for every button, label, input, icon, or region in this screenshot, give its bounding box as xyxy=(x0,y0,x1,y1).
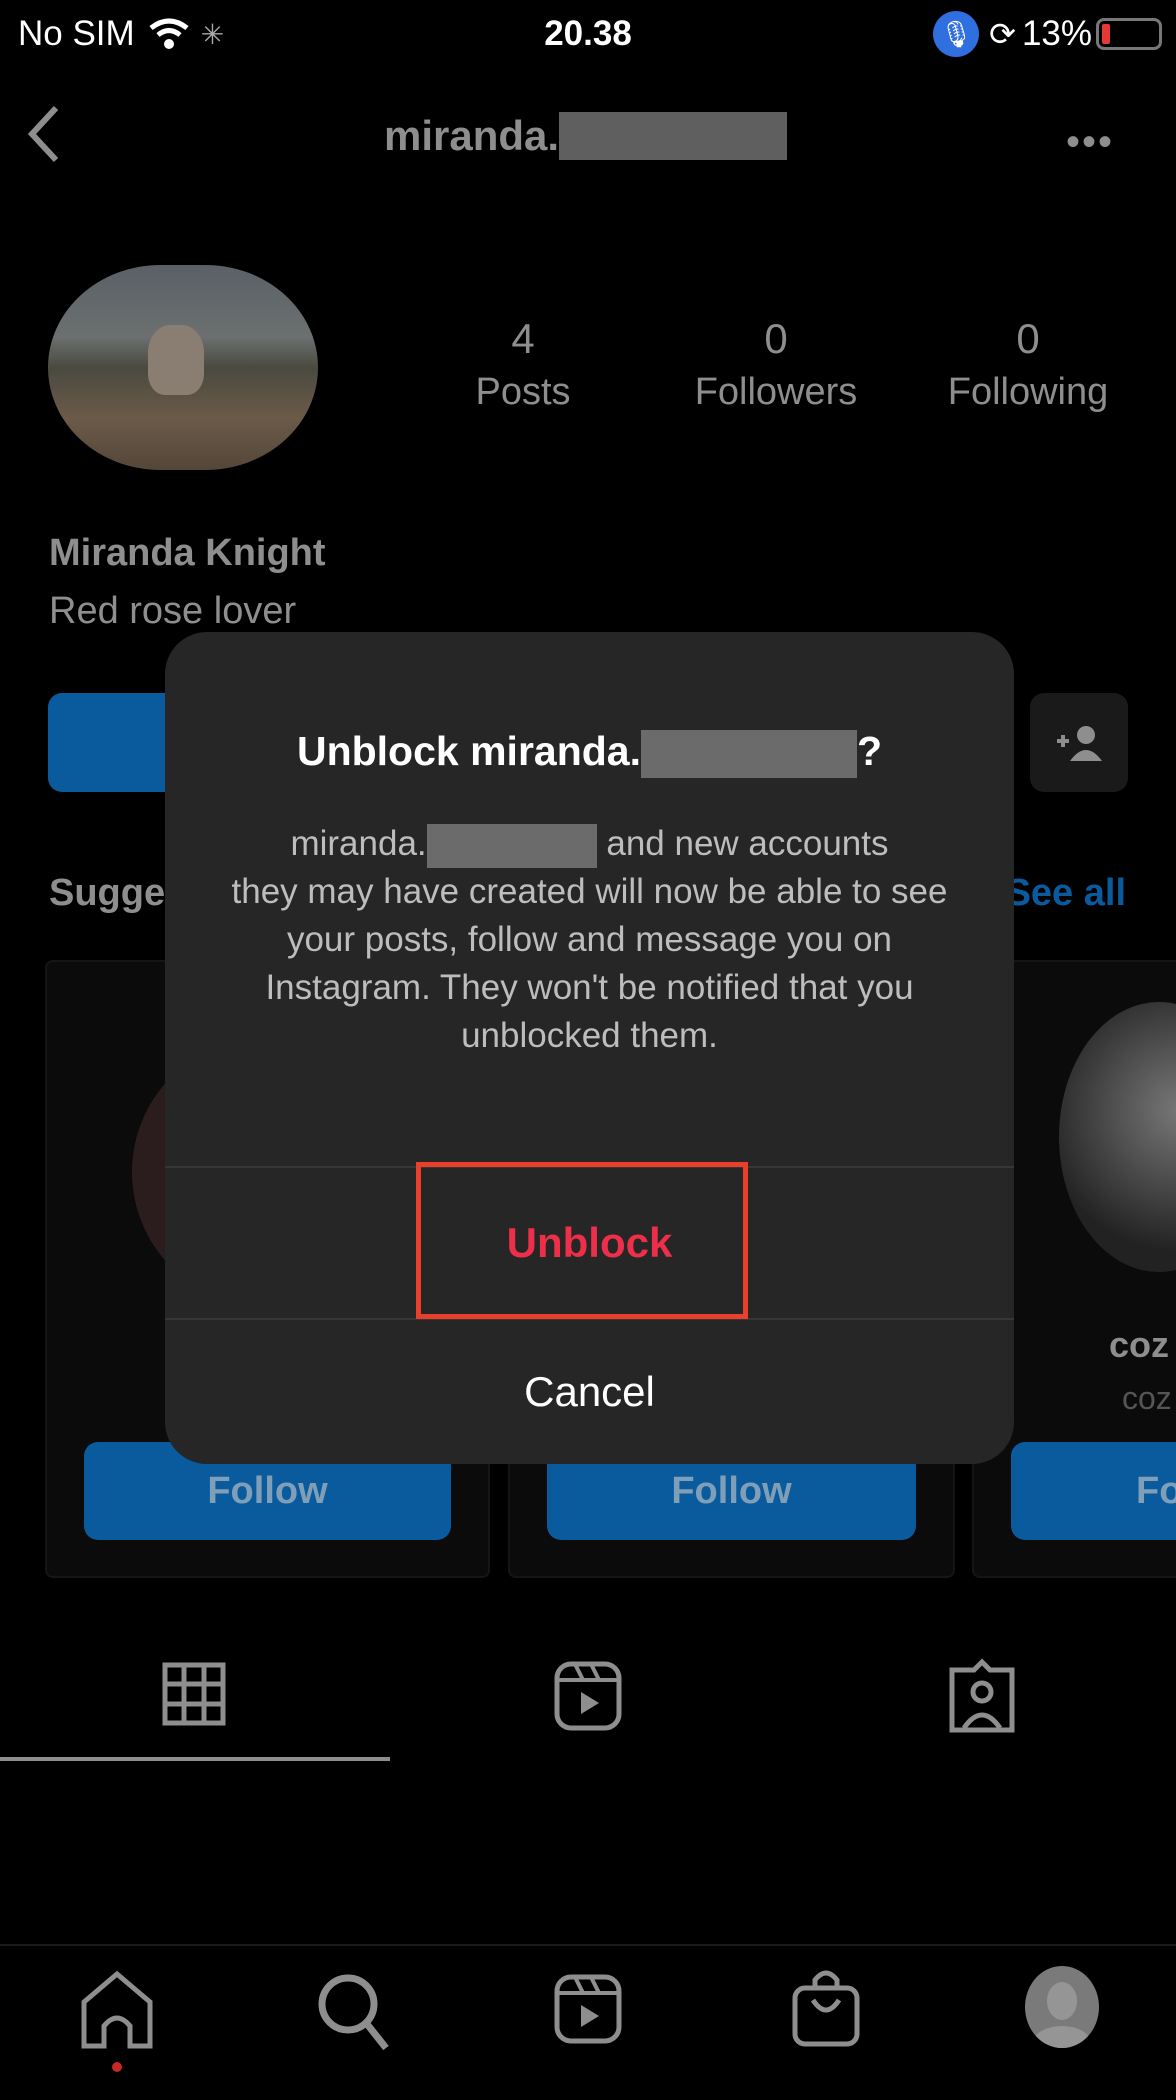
stat-followers[interactable]: 0 Followers xyxy=(656,315,896,414)
reels-icon xyxy=(554,1974,622,2044)
nav-reels[interactable] xyxy=(553,1972,623,2046)
notification-dot xyxy=(112,2062,122,2072)
back-button[interactable] xyxy=(26,104,62,164)
profile-bio: Red rose lover xyxy=(49,590,297,632)
redacted-block xyxy=(559,112,788,160)
profile-username: miranda. xyxy=(384,108,788,164)
followers-count: 0 xyxy=(764,315,788,362)
avatar-head xyxy=(1047,1982,1077,2020)
profile-avatar[interactable] xyxy=(48,265,318,470)
tab-tagged[interactable] xyxy=(946,1658,1018,1734)
cat-photo xyxy=(148,325,204,395)
followers-label: Followers xyxy=(694,371,858,413)
status-right: 🎙 ⟳ 13% xyxy=(933,8,1162,60)
posts-label: Posts xyxy=(475,371,571,413)
unblock-dialog: Unblock miranda.? miranda. and new accou… xyxy=(165,632,1014,1464)
suggestion-subtitle: coz xyxy=(1122,1380,1172,1416)
add-person-icon xyxy=(1057,725,1102,761)
posts-count: 4 xyxy=(511,315,535,362)
more-options-button[interactable]: ••• xyxy=(1066,120,1114,165)
active-tab-indicator xyxy=(0,1757,390,1761)
see-all-link[interactable]: See all xyxy=(1006,872,1126,915)
nav-profile-avatar[interactable] xyxy=(1025,1966,1099,2048)
tagged-icon xyxy=(949,1658,1015,1733)
home-icon xyxy=(81,1970,153,2049)
nav-home[interactable] xyxy=(80,1970,154,2072)
shop-icon xyxy=(792,1970,860,2047)
redacted-block xyxy=(640,730,857,779)
suggestion-name: coz xyxy=(1109,1324,1170,1365)
message-username: miranda. xyxy=(290,824,427,863)
dialog-message-rest: they may have created will now be able t… xyxy=(231,872,948,1055)
battery-icon xyxy=(1096,18,1162,50)
username-text: miranda. xyxy=(384,112,560,159)
following-count: 0 xyxy=(1016,315,1040,362)
dialog-message: miranda. and new accounts they may have … xyxy=(195,820,984,1060)
nav-search[interactable] xyxy=(316,1972,390,2052)
ellipsis-icon: ••• xyxy=(1066,120,1115,164)
dialog-title-suffix: ? xyxy=(856,728,883,774)
redacted-block xyxy=(426,823,597,868)
microphone-icon: 🎙 xyxy=(933,11,980,57)
search-icon xyxy=(318,1974,389,2051)
cancel-button[interactable]: Cancel xyxy=(165,1320,1014,1464)
stat-posts[interactable]: 4 Posts xyxy=(403,315,643,414)
suggestion-avatar xyxy=(1059,1002,1176,1272)
highlight-box xyxy=(416,1162,748,1319)
suggested-title: Sugge xyxy=(49,872,166,914)
follow-button[interactable]: Fo xyxy=(1011,1442,1176,1540)
chevron-left-icon xyxy=(27,105,59,163)
avatar-body xyxy=(1033,2026,1091,2048)
reels-icon xyxy=(554,1661,622,1731)
dialog-message-line1: miranda. and new accounts xyxy=(195,820,984,868)
grid-icon xyxy=(162,1662,226,1726)
dialog-title-text: Unblock miranda. xyxy=(296,728,641,774)
bottom-nav-divider xyxy=(0,1944,1176,1946)
profile-name: Miranda Knight xyxy=(49,532,326,574)
following-label: Following xyxy=(947,371,1109,413)
dialog-title: Unblock miranda.? xyxy=(165,728,1014,779)
tab-grid[interactable] xyxy=(162,1662,226,1726)
nav-shop[interactable] xyxy=(791,1966,861,2048)
rotation-lock-icon: ⟳ xyxy=(989,16,1016,52)
battery-percent: 13% xyxy=(1021,14,1092,53)
stat-following[interactable]: 0 Following xyxy=(908,315,1148,414)
message-text-start: and new accounts xyxy=(596,824,889,863)
suggest-people-button[interactable] xyxy=(1030,693,1128,792)
tab-reels[interactable] xyxy=(553,1660,623,1732)
